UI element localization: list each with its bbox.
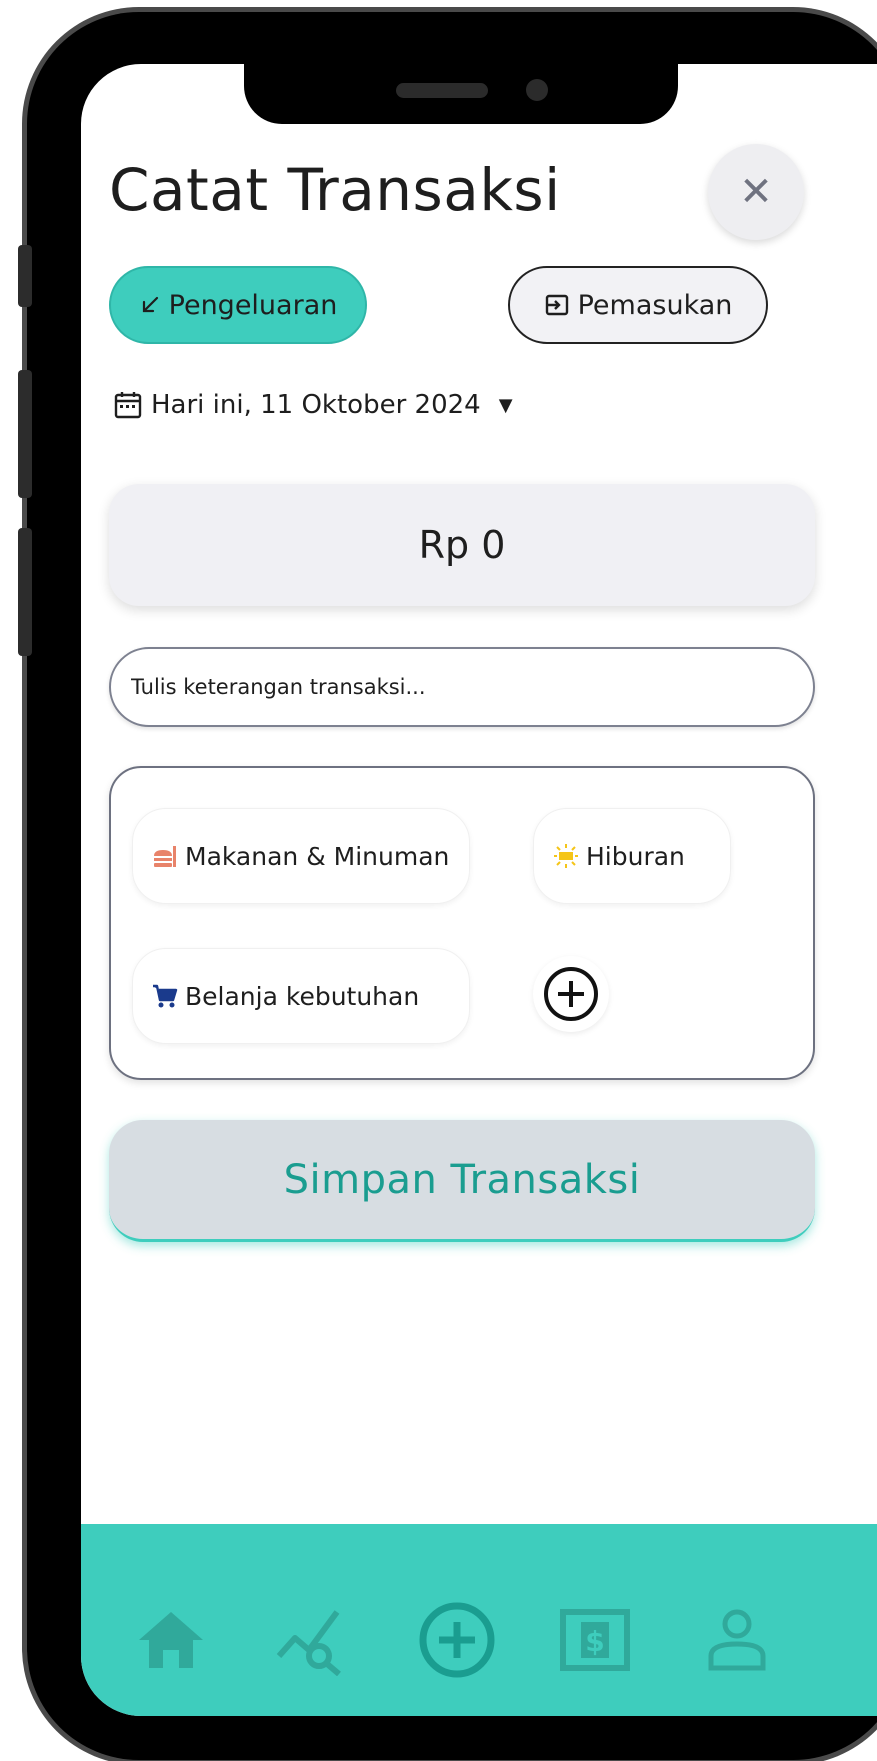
close-button[interactable]: ✕: [708, 144, 804, 240]
camera: [526, 79, 548, 101]
category-label: Hiburan: [586, 841, 685, 871]
profile-icon: [705, 1608, 769, 1672]
money-icon: $: [559, 1608, 631, 1672]
income-toggle[interactable]: Pemasukan: [508, 266, 768, 344]
expense-label: Pengeluaran: [168, 289, 338, 321]
amount-input[interactable]: Rp 0: [109, 484, 815, 606]
save-transaction-button[interactable]: Simpan Transaksi: [109, 1120, 815, 1242]
category-label: Belanja kebutuhan: [185, 981, 420, 1011]
arrow-down-left-icon: [139, 294, 161, 316]
svg-text:$: $: [585, 1625, 604, 1658]
expense-toggle[interactable]: Pengeluaran: [109, 266, 367, 344]
nav-analytics[interactable]: [271, 1600, 351, 1680]
nav-home[interactable]: [131, 1600, 211, 1680]
save-label: Simpan Transaksi: [283, 1156, 641, 1203]
page-title: Catat Transaksi: [109, 156, 561, 224]
date-label: Hari ini, 11 Oktober 2024: [151, 390, 481, 420]
nav-profile[interactable]: [697, 1600, 777, 1680]
login-icon: [544, 293, 570, 317]
category-chip-shopping[interactable]: Belanja kebutuhan: [132, 948, 470, 1044]
speaker: [396, 83, 488, 98]
cart-icon: [151, 982, 179, 1010]
date-selector[interactable]: Hari ini, 11 Oktober 2024 ▼: [113, 390, 513, 420]
nav-budget[interactable]: $: [555, 1600, 635, 1680]
food-icon: [151, 842, 179, 870]
notch: [244, 64, 678, 124]
analytics-icon: [275, 1604, 347, 1676]
add-category-button[interactable]: [533, 956, 609, 1032]
side-button: [18, 245, 32, 307]
close-icon: ✕: [739, 169, 773, 215]
income-label: Pemasukan: [577, 289, 733, 321]
note-input[interactable]: [109, 647, 815, 727]
nav-add-transaction[interactable]: [411, 1594, 503, 1686]
category-chip-food[interactable]: Makanan & Minuman: [132, 808, 470, 904]
category-panel: Makanan & Minuman Hiburan Belanja kebutu…: [109, 766, 815, 1080]
home-icon: [135, 1608, 207, 1672]
side-button: [18, 370, 32, 498]
add-circle-icon: [417, 1600, 497, 1680]
category-chip-entertainment[interactable]: Hiburan: [533, 808, 731, 904]
side-button: [18, 528, 32, 656]
category-label: Makanan & Minuman: [185, 841, 450, 871]
sun-icon: [552, 842, 580, 870]
amount-value: Rp 0: [418, 523, 506, 567]
add-circle-icon: [541, 964, 601, 1024]
chevron-down-icon: ▼: [498, 394, 513, 416]
calendar-icon: [113, 390, 143, 420]
bottom-navigation: $: [81, 1524, 877, 1716]
app-screen: Catat Transaksi ✕ Pengeluaran Pemasukan …: [81, 64, 877, 1716]
